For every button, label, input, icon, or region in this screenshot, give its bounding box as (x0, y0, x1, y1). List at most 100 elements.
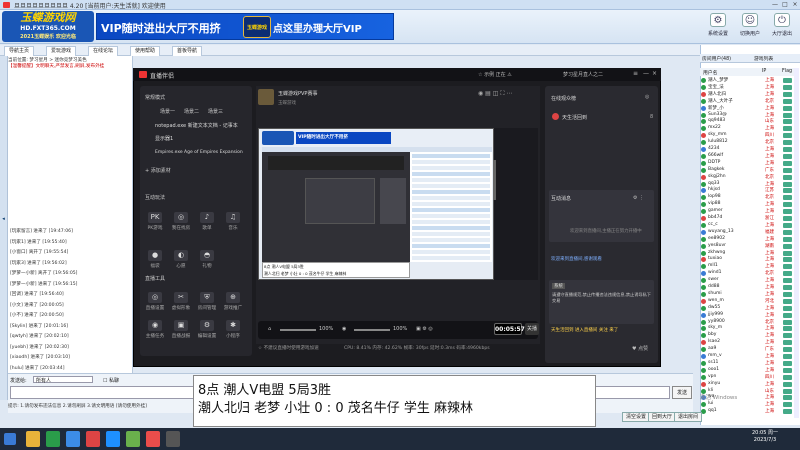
tool-icon[interactable]: ◎ (174, 212, 188, 223)
source-item-1[interactable]: notepad.exe 新建文本文档 - 记事本 (155, 122, 238, 129)
taskbar-app-icon[interactable] (106, 431, 120, 447)
send-button[interactable]: 发送 (672, 386, 692, 399)
speaker-icon[interactable]: ◉ (342, 326, 346, 332)
viewer-name[interactable]: 天生活回到 (562, 114, 587, 121)
extra-tools-icons[interactable]: ▣ ⚙ ◎ (416, 326, 433, 332)
menu-icon[interactable]: ≡ (633, 70, 638, 77)
user-row[interactable]: 4234 上海 (701, 146, 795, 153)
tool-icon[interactable]: ◓ (200, 250, 214, 261)
settings-icon[interactable]: ⚙ ⋮ (633, 195, 644, 201)
send-target-select[interactable]: 所有人 (33, 376, 93, 384)
user-row[interactable]: swer 上海 (701, 277, 795, 284)
private-chat-option[interactable]: ☐ 私聊 (103, 377, 119, 384)
taskbar-app-icon[interactable] (86, 431, 100, 447)
user-row[interactable]: ss11 上海 (701, 360, 795, 367)
end-live-button[interactable]: 关播 (525, 323, 539, 335)
vip-ad-banner[interactable]: VIP随时进出大厅不用挤 玉蝶游戏 点这里办理大厅VIP (96, 13, 394, 40)
taskbar-app-icon[interactable] (26, 431, 40, 447)
mic-icon[interactable]: ⌂ (268, 326, 271, 332)
user-row[interactable]: vpn 四川 (701, 374, 795, 381)
minimize-icon[interactable]: — (770, 1, 780, 8)
user-row[interactable]: 潮人北归 上海 (701, 91, 795, 98)
user-row[interactable]: wen_m 河北 (701, 298, 795, 305)
user-row[interactable]: Bagkek 广东 (701, 167, 795, 174)
start-icon[interactable] (4, 433, 16, 445)
like-button[interactable]: ♥ 点赞 (632, 345, 648, 352)
taskbar-app-icon[interactable] (166, 431, 180, 447)
minimize-icon[interactable]: — (643, 70, 649, 77)
close-icon[interactable]: × (790, 1, 800, 8)
stream-avatar[interactable] (258, 89, 274, 105)
left-collapse-strip[interactable]: ◂ (0, 56, 8, 400)
tool-icon[interactable]: ⚙ (200, 320, 214, 331)
system-clock[interactable]: 20:05 周一 2023/7/3 (735, 430, 795, 444)
tab-game-list[interactable]: 游戏列表 (754, 55, 773, 62)
tool-icon[interactable]: ♫ (226, 212, 240, 223)
taskbar-app-icon[interactable] (46, 431, 60, 447)
exit-lobby-button[interactable]: ⏻ 大厅退出 (768, 13, 796, 41)
user-row[interactable]: 潮人_大叶子 北京 (701, 98, 795, 105)
maximize-icon[interactable]: □ (780, 1, 790, 8)
expand-icon[interactable]: ◎ (645, 94, 649, 100)
tool-icon[interactable]: ⊕ (226, 292, 240, 303)
tab-games[interactable]: 爱玩游戏 (46, 46, 77, 56)
user-row[interactable]: aa9 广东 (701, 346, 795, 353)
speaker-volume-slider[interactable] (354, 329, 390, 331)
user-list-scrollbar[interactable] (794, 68, 799, 418)
taskbar-app-icon[interactable] (66, 431, 80, 447)
user-row[interactable]: dd88 上海 (701, 284, 795, 291)
system-settings-button[interactable]: ⚙ 系统设置 (704, 13, 732, 41)
source-item-3[interactable]: Empires.exe Age of Empires Expansion (155, 150, 243, 155)
user-row[interactable]: skgj2hn 北京 (701, 174, 795, 181)
site-logo[interactable]: 玉蝶游戏网 HD.FXT365.COM 2021玉蝶娱乐 欢迎光临 (2, 11, 94, 42)
user-row[interactable]: wuyang_13 福建 (701, 229, 795, 236)
tool-icon[interactable]: ◉ (148, 320, 162, 331)
tool-icon[interactable]: ◎ (148, 292, 162, 303)
tab-forum[interactable]: 在线论坛 (88, 46, 119, 56)
user-row[interactable]: bb47d 浙江 (701, 215, 795, 222)
tool-icon[interactable]: ● (148, 250, 162, 261)
tool-icon[interactable]: ✂ (174, 292, 188, 303)
preview-tools-icons[interactable]: ◉ ▤ ◫ ⛶ ⋯ (478, 90, 512, 98)
user-row[interactable]: cc_c 上海 (701, 222, 795, 229)
tool-icon[interactable]: PK (148, 212, 162, 223)
user-row[interactable]: gamer 上海 (701, 208, 795, 215)
preview-scrollbar[interactable] (493, 160, 496, 200)
scene-tab-1[interactable]: 场景一 (160, 108, 175, 115)
user-row[interactable]: yes8uvr 湖南 (701, 243, 795, 250)
tool-icon[interactable]: ⛨ (200, 292, 214, 303)
user-row[interactable]: jjiy999 上海 (701, 312, 795, 319)
user-row[interactable]: lulu8812 北京 (701, 139, 795, 146)
tab-nav[interactable]: 首板导航 (172, 46, 203, 56)
user-row[interactable]: DDTP 上海 (701, 160, 795, 167)
user-row[interactable]: 新梦_小 上海 (701, 105, 795, 112)
source-item-2[interactable]: 显示器1 (155, 135, 173, 142)
user-row[interactable]: 潮人_梦梦 上海 (701, 77, 795, 84)
exit-room-button[interactable]: 退出房间 (674, 412, 703, 422)
taskbar-app-icon[interactable] (126, 431, 140, 447)
tab-room-users[interactable]: 房间用户(48) (702, 55, 731, 62)
tab-help[interactable]: 使用帮助 (130, 46, 161, 56)
col-username[interactable]: 用户名 (703, 69, 717, 76)
mic-volume-slider[interactable] (280, 329, 316, 331)
col-ip[interactable]: IP (762, 69, 766, 74)
user-row[interactable]: 宝宝_法 上海 (701, 84, 795, 91)
user-row[interactable]: qq1 上海 (701, 408, 795, 415)
tool-icon[interactable]: ◐ (174, 250, 188, 261)
live-user-name[interactable]: 梦习星月直人之二 (563, 71, 603, 78)
col-flag[interactable]: Flag (782, 69, 792, 74)
tool-icon[interactable]: ♪ (200, 212, 214, 223)
user-row[interactable]: ooo1 上海 (701, 367, 795, 374)
tool-icon[interactable]: ✱ (226, 320, 240, 331)
mode-label[interactable]: 常规模式 (145, 94, 165, 101)
scene-tab-3[interactable]: 场景三 (208, 108, 223, 115)
back-lobby-button[interactable]: 回到大厅 (648, 412, 677, 422)
user-row[interactable]: 666wlf 上海 (701, 153, 795, 160)
tool-icon[interactable]: ▣ (174, 320, 188, 331)
user-row[interactable]: mm_v 上海 (701, 353, 795, 360)
close-icon[interactable]: × (652, 70, 657, 77)
taskbar-app-icon[interactable] (146, 431, 160, 447)
user-row[interactable]: ee8902 上海 (701, 236, 795, 243)
add-source-button[interactable]: + 添加素材 (145, 167, 171, 174)
scene-tab-2[interactable]: 场景二 (184, 108, 199, 115)
